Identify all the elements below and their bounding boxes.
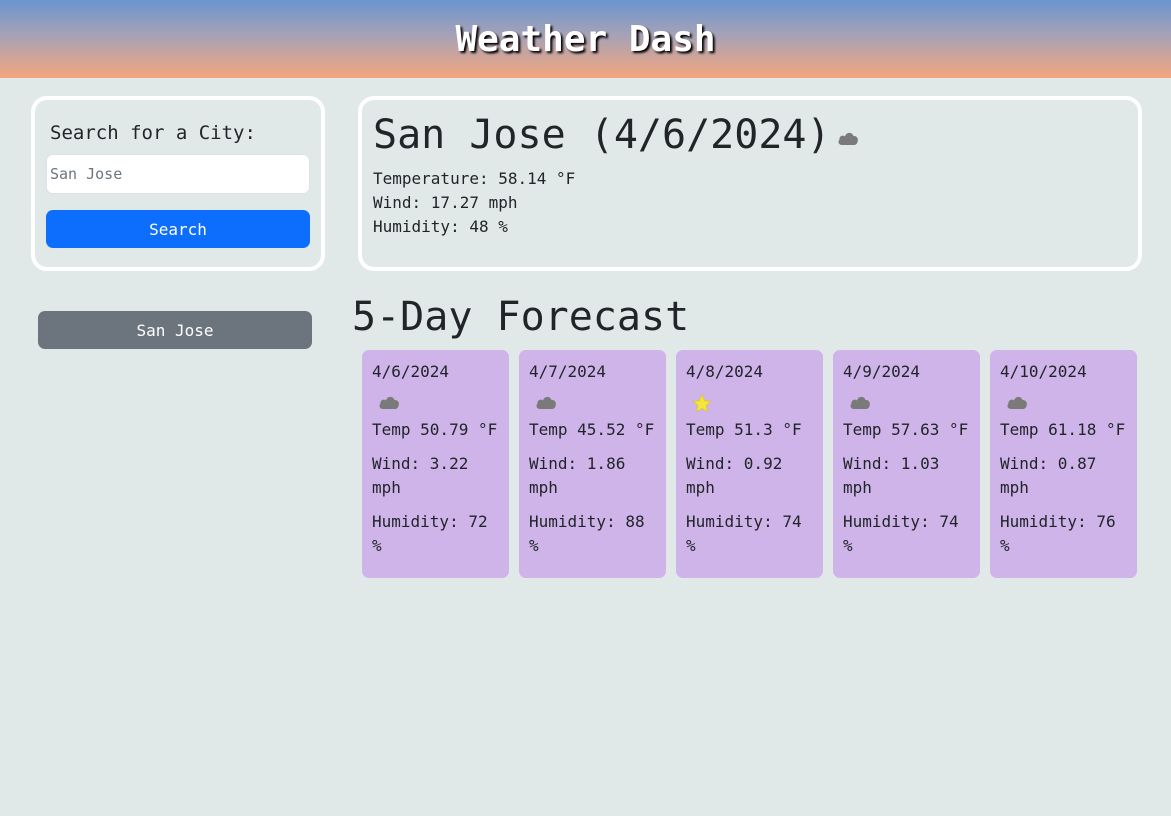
search-panel: Search for a City: Search [31,96,325,271]
forecast-wind: Wind: 1.03 mph [843,454,940,497]
cloud-icon [849,394,871,416]
search-label: Search for a City: [50,122,256,144]
cloud-icon [1006,394,1028,416]
forecast-humidity: Humidity: 76 % [1000,512,1116,555]
forecast-wind: Wind: 3.22 mph [372,454,469,497]
forecast-temp: Temp 50.79 °F [372,420,498,439]
forecast-humidity: Humidity: 72 % [372,512,488,555]
forecast-date: 4/6/2024 [372,362,450,381]
forecast-temp: Temp 51.3 °F [686,420,802,439]
forecast-wind: Wind: 0.87 mph [1000,454,1097,497]
forecast-wind: Wind: 0.92 mph [686,454,783,497]
forecast-card: 4/9/2024 Temp 57.63 °F Wind: 1.03 mph Hu… [833,350,980,578]
cloud-icon [378,394,400,416]
forecast-card: 4/6/2024 Temp 50.79 °F Wind: 3.22 mph Hu… [362,350,509,578]
forecast-wind: Wind: 1.86 mph [529,454,626,497]
forecast-humidity: Humidity: 74 % [843,512,959,555]
current-humidity: Humidity: 48 % [373,217,508,236]
forecast-card: 4/7/2024 Temp 45.52 °F Wind: 1.86 mph Hu… [519,350,666,578]
app-title: Weather Dash [455,18,716,60]
current-city-date: San Jose (4/6/2024) [373,112,831,158]
search-button[interactable]: Search [46,210,310,248]
cloud-icon [535,394,557,416]
current-weather-title-row: San Jose (4/6/2024) [373,112,859,158]
star-icon [692,394,714,416]
current-wind: Wind: 17.27 mph [373,193,518,212]
forecast-temp: Temp 61.18 °F [1000,420,1126,439]
forecast-temp: Temp 57.63 °F [843,420,969,439]
forecast-heading: 5-Day Forecast [352,294,690,340]
history-city-button[interactable]: San Jose [38,311,312,349]
cloud-icon [837,130,859,146]
city-search-input[interactable] [46,154,310,194]
forecast-humidity: Humidity: 88 % [529,512,645,555]
current-temperature: Temperature: 58.14 °F [373,169,576,188]
forecast-date: 4/10/2024 [1000,362,1087,381]
current-weather-panel: San Jose (4/6/2024) Temperature: 58.14 °… [358,96,1142,271]
forecast-humidity: Humidity: 74 % [686,512,802,555]
forecast-date: 4/8/2024 [686,362,764,381]
forecast-date: 4/9/2024 [843,362,921,381]
forecast-temp: Temp 45.52 °F [529,420,655,439]
forecast-date: 4/7/2024 [529,362,607,381]
forecast-card: 4/8/2024 Temp 51.3 °F Wind: 0.92 mph Hum… [676,350,823,578]
forecast-card: 4/10/2024 Temp 61.18 °F Wind: 0.87 mph H… [990,350,1137,578]
page-header: Weather Dash [0,0,1171,78]
